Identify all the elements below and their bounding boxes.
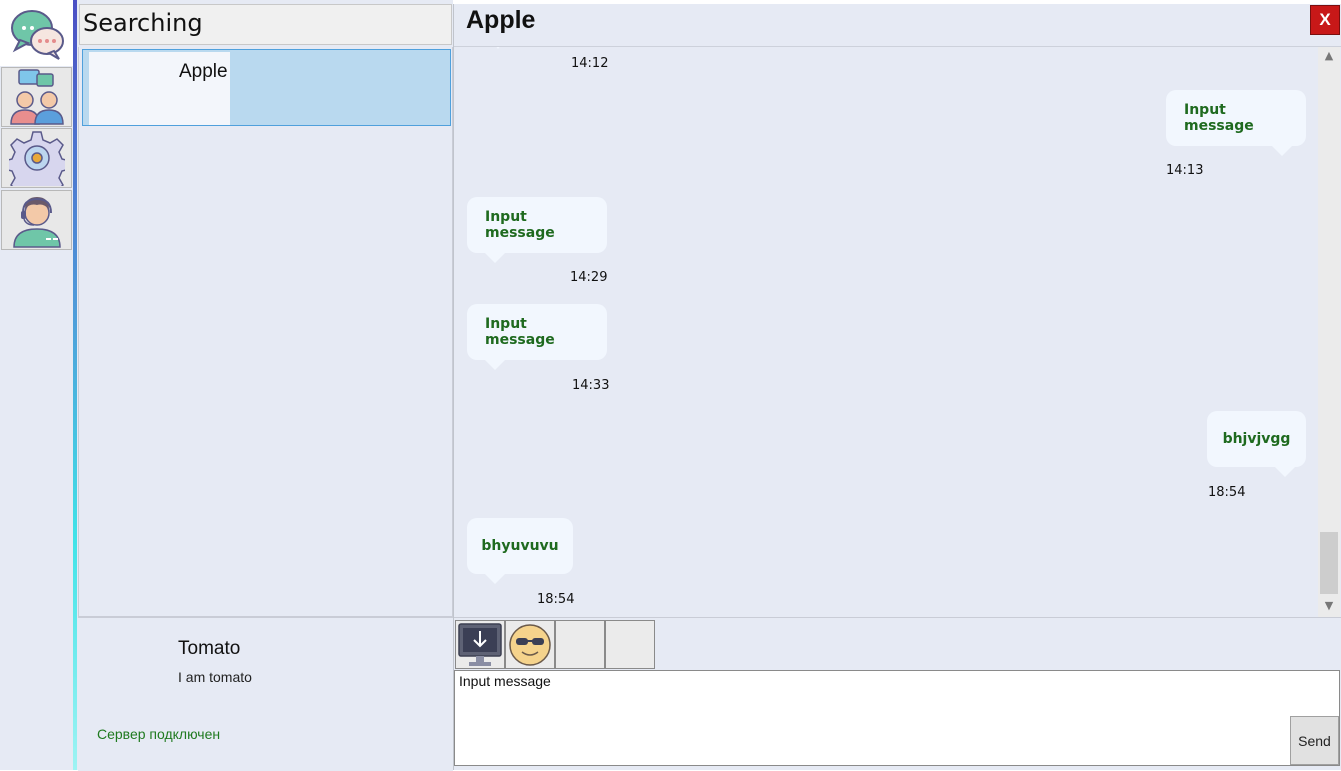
scroll-thumb[interactable] (1320, 532, 1338, 594)
message-list: 14:12 Input message 14:13 Input message … (454, 47, 1341, 617)
contact-list: Apple (78, 47, 453, 617)
message-bubble-tail (1272, 146, 1292, 156)
message-time: 14:12 (571, 56, 609, 71)
nav-chat-button[interactable] (0, 0, 73, 66)
contacts-panel: Searching Apple Tomato I am tomato Серве… (77, 0, 453, 771)
message-text: bhjvjvgg (1222, 431, 1291, 447)
emoji-sunglasses-icon (509, 623, 551, 666)
close-button[interactable]: X (1310, 5, 1340, 35)
profile-panel: Tomato I am tomato Сервер подключен (78, 617, 453, 771)
contacts-icon (9, 69, 64, 125)
message-text: Input message (485, 209, 555, 241)
scroll-up-icon[interactable]: ▲ (1318, 49, 1340, 65)
chat-panel: Apple X 14:12 Input message 14:13 Input … (453, 4, 1341, 770)
message-bubble: bhjvjvgg (1207, 411, 1306, 477)
message-time: 14:29 (570, 270, 608, 285)
contact-name: Apple (179, 61, 228, 82)
chat-header: Apple X (454, 4, 1341, 47)
message-text: Input message (1184, 102, 1254, 134)
server-status: Сервер подключен (97, 726, 221, 742)
search-input[interactable]: Searching (79, 4, 452, 45)
chat-bubbles-icon (10, 10, 64, 60)
side-navigation (0, 0, 73, 770)
message-scrollbar[interactable]: ▲ ▼ (1318, 47, 1340, 617)
settings-gear-icon (8, 131, 65, 186)
message-bubble-tail (1275, 467, 1295, 477)
message-text: Input message (485, 316, 555, 348)
profile-status: I am tomato (178, 669, 252, 685)
message-bubble: Input message (467, 304, 607, 370)
message-time: 18:54 (537, 592, 575, 607)
message-input[interactable]: Input message (459, 673, 1279, 761)
toolbar-blank-button[interactable] (605, 620, 655, 669)
message-time: 14:13 (1166, 163, 1204, 178)
message-time: 14:33 (572, 378, 610, 393)
nav-settings-button[interactable] (1, 128, 72, 188)
message-time: 18:54 (1208, 485, 1246, 500)
message-bubble-tail (485, 574, 505, 584)
composer: Input message Send (454, 670, 1340, 766)
composer-toolbar (454, 617, 1341, 670)
message-bubble-tail (485, 253, 505, 263)
message-bubble: bhyuvuvu (467, 518, 573, 584)
download-screen-icon (458, 622, 502, 666)
message-bubble: Input message (467, 197, 607, 263)
nav-contacts-button[interactable] (1, 67, 72, 127)
support-agent-icon (12, 197, 61, 248)
message-bubble-tail (485, 360, 505, 370)
send-file-button[interactable] (455, 620, 505, 669)
profile-name: Tomato (178, 638, 241, 659)
toolbar-blank-button[interactable] (555, 620, 605, 669)
chat-title: Apple (466, 6, 536, 34)
scroll-down-icon[interactable]: ▼ (1318, 599, 1340, 615)
message-bubble-tail (492, 47, 504, 49)
emoji-button[interactable] (505, 620, 555, 669)
message-text: bhyuvuvu (481, 538, 559, 554)
contact-item-apple[interactable]: Apple (82, 49, 451, 126)
message-bubble: Input message (1166, 90, 1306, 156)
send-button[interactable]: Send (1290, 716, 1339, 765)
nav-support-button[interactable] (1, 190, 72, 250)
